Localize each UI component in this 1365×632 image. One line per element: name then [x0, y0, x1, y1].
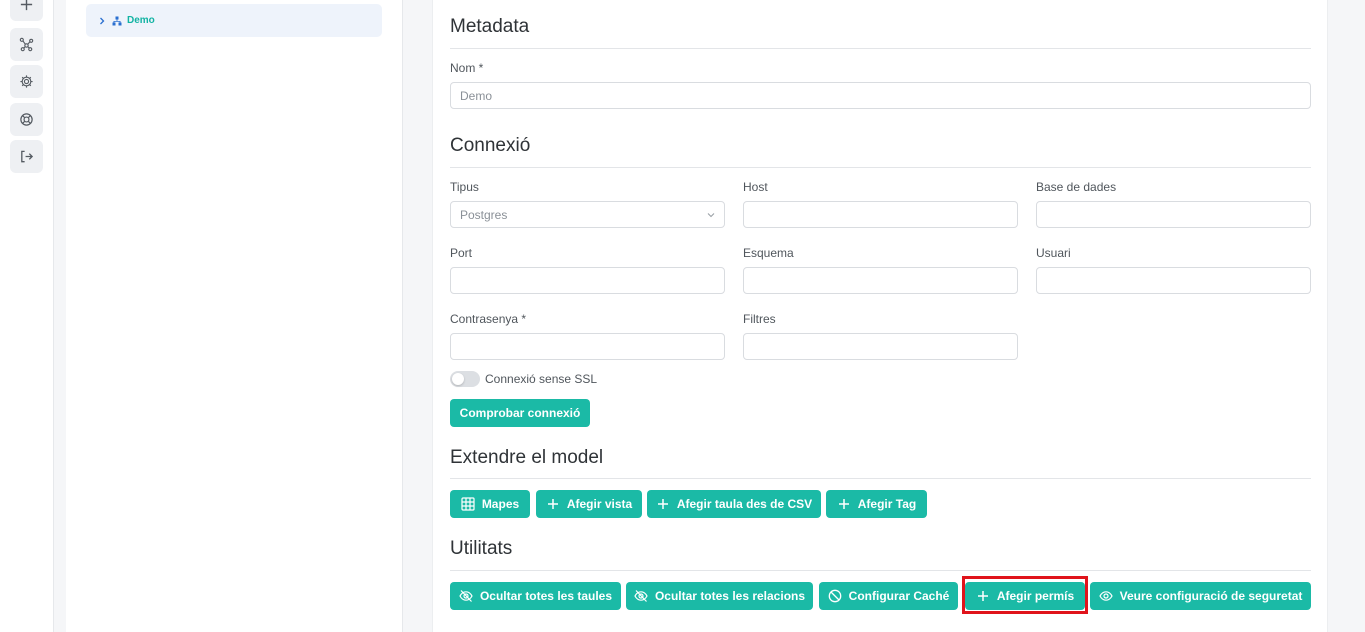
- filters-input[interactable]: [743, 333, 1018, 360]
- icon-rail: [0, 0, 54, 632]
- host-label: Host: [743, 180, 768, 194]
- password-label: Contrasenya *: [450, 312, 527, 326]
- network-icon[interactable]: [10, 28, 43, 61]
- tree-node-label: Demo: [127, 15, 155, 26]
- user-label: Usuari: [1036, 246, 1071, 260]
- database-label: Base de dades: [1036, 180, 1117, 194]
- user-input[interactable]: [1036, 267, 1311, 294]
- divider: [450, 478, 1311, 479]
- port-input[interactable]: [450, 267, 725, 294]
- add-view-button[interactable]: Afegir vista: [536, 490, 642, 518]
- grid-icon: [461, 497, 475, 511]
- tree-node-demo[interactable]: Demo: [86, 4, 382, 37]
- ban-icon: [828, 589, 842, 603]
- eye-off-icon: [634, 590, 648, 602]
- highlight-box: [962, 576, 1088, 614]
- toggle-knob: [452, 373, 464, 385]
- view-security-config-label: Veure configuració de seguretat: [1119, 589, 1303, 603]
- hide-all-relations-button[interactable]: Ocultar totes les relacions: [626, 582, 813, 610]
- section-title-connection: Connexió: [450, 135, 531, 156]
- chevron-down-icon: [707, 212, 715, 217]
- name-label: Nom *: [450, 61, 484, 75]
- view-security-config-button[interactable]: Veure configuració de seguretat: [1090, 582, 1311, 610]
- configure-cache-label: Configurar Caché: [848, 589, 950, 603]
- test-connection-label: Comprobar connexió: [459, 406, 581, 420]
- add-tag-label: Afegir Tag: [857, 497, 917, 511]
- type-select-value: Postgres: [460, 207, 508, 222]
- test-connection-button[interactable]: Comprobar connexió: [450, 399, 590, 427]
- lifebuoy-icon[interactable]: [10, 103, 43, 136]
- name-input[interactable]: Demo: [450, 82, 1311, 109]
- schema-input[interactable]: [743, 267, 1018, 294]
- ssl-toggle-label: Connexió sense SSL: [485, 372, 598, 386]
- add-csv-table-label: Afegir taula des de CSV: [676, 497, 813, 511]
- port-label: Port: [450, 246, 473, 260]
- hide-all-tables-button[interactable]: Ocultar totes les taules: [450, 582, 621, 610]
- gear-icon[interactable]: [10, 65, 43, 98]
- divider: [450, 48, 1311, 49]
- section-title-metadata: Metadata: [450, 16, 530, 37]
- host-input[interactable]: [743, 201, 1018, 228]
- plus-icon: [838, 499, 849, 509]
- database-input[interactable]: [1036, 201, 1311, 228]
- schema-label: Esquema: [743, 246, 794, 260]
- plus-icon: [657, 499, 668, 509]
- hide-all-tables-label: Ocultar totes les taules: [479, 589, 613, 603]
- ssl-toggle[interactable]: [450, 371, 480, 387]
- filters-label: Filtres: [743, 312, 776, 326]
- divider: [450, 167, 1311, 168]
- add-csv-table-button[interactable]: Afegir taula des de CSV: [647, 490, 821, 518]
- plus-icon: [547, 499, 558, 509]
- hide-all-relations-label: Ocultar totes les relacions: [654, 589, 806, 603]
- tree-panel: Demo: [66, 0, 403, 632]
- eye-icon: [1098, 591, 1113, 601]
- add-view-label: Afegir vista: [566, 497, 633, 511]
- section-title-utilities: Utilitats: [450, 538, 513, 559]
- password-input[interactable]: [450, 333, 725, 360]
- type-label: Tipus: [450, 180, 479, 194]
- divider: [450, 570, 1311, 571]
- maps-label: Mapes: [481, 497, 520, 511]
- data-source-form: Metadata Nom * Demo Connexió Tipus Postg…: [432, 0, 1328, 632]
- section-title-extend-model: Extendre el model: [450, 447, 604, 468]
- type-select[interactable]: Postgres: [450, 201, 725, 228]
- maps-button[interactable]: Mapes: [450, 490, 530, 518]
- eye-off-icon: [459, 590, 473, 602]
- chevron-right-icon[interactable]: [98, 17, 106, 25]
- hierarchy-icon: [112, 16, 122, 25]
- plus-icon[interactable]: [10, 0, 43, 21]
- logout-icon[interactable]: [10, 140, 43, 173]
- add-tag-button[interactable]: Afegir Tag: [826, 490, 927, 518]
- configure-cache-button[interactable]: Configurar Caché: [819, 582, 958, 610]
